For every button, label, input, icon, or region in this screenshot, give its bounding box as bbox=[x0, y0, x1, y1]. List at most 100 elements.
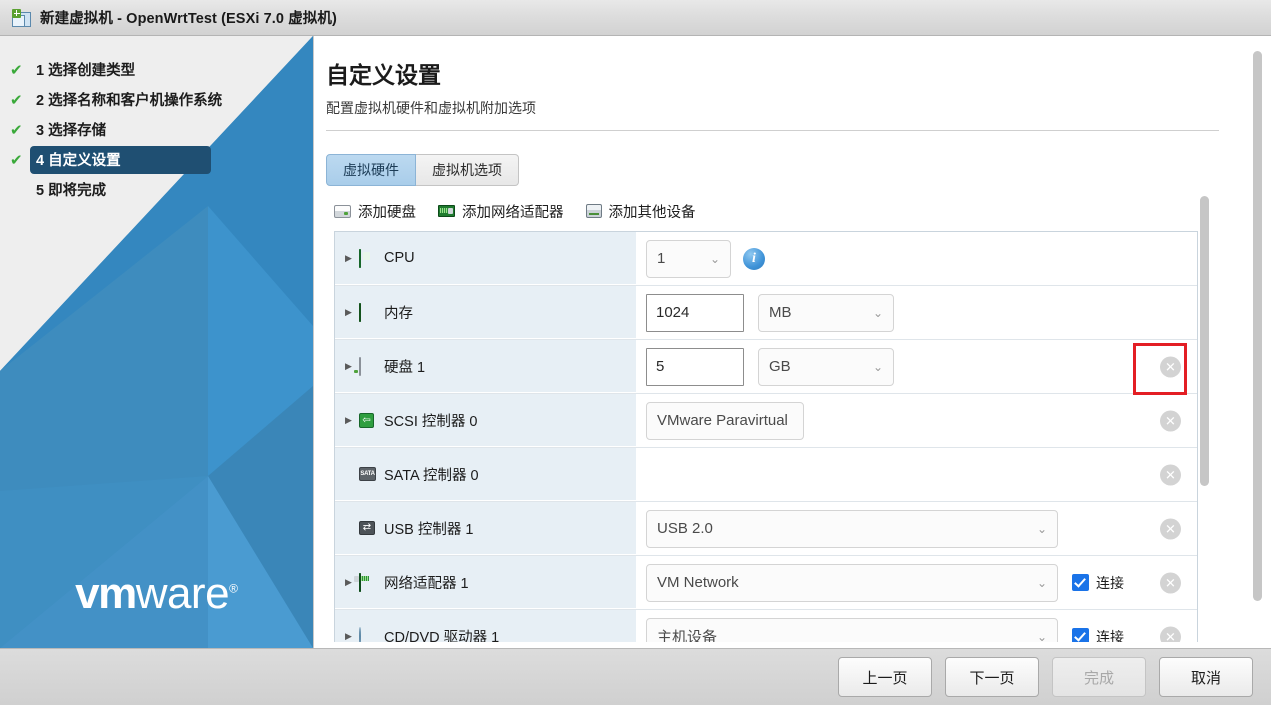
hard-disk-unit-select[interactable]: GB ⌄ bbox=[758, 347, 894, 386]
hard-disk-delete-button[interactable]: ✕ bbox=[1160, 356, 1181, 377]
wizard-step-2-label: 2 选择名称和客户机操作系统 bbox=[36, 93, 223, 109]
expand-twisty-icon[interactable]: ▶ bbox=[345, 631, 359, 641]
chevron-down-icon: ⌄ bbox=[872, 305, 883, 320]
new-vm-icon bbox=[12, 8, 32, 27]
wizard-step-4[interactable]: ✔ 4 自定义设置 bbox=[0, 146, 313, 174]
device-row-cd-dvd-drive-1: ▶ CD/DVD 驱动器 1 主机设备 ⌄ 连接 ✕ bbox=[335, 610, 1197, 642]
hard-disk-unit-value: GB bbox=[769, 358, 791, 375]
page-subtitle: 配置虚拟机硬件和虚拟机附加选项 bbox=[326, 100, 536, 116]
usb-controller-version-value: USB 2.0 bbox=[657, 520, 713, 537]
device-label-cell: ▶ 硬盘 1 bbox=[335, 340, 636, 393]
memory-size-input[interactable]: 1024 bbox=[646, 293, 744, 332]
add-other-device-button[interactable]: 添加其他设备 bbox=[585, 201, 696, 222]
cpu-icon bbox=[359, 249, 377, 268]
add-network-adapter-button[interactable]: 添加网络适配器 bbox=[438, 201, 564, 222]
wizard-step-3-label: 3 选择存储 bbox=[36, 123, 107, 139]
device-name-cpu: CPU bbox=[384, 250, 415, 266]
cd-dvd-source-value: 主机设备 bbox=[657, 629, 718, 642]
hard-disk-icon bbox=[359, 357, 377, 376]
settings-tabs: 虚拟硬件 虚拟机选项 bbox=[326, 154, 519, 186]
device-label-cell: ▶ SATA SATA 控制器 0 bbox=[335, 448, 636, 501]
page-title: 自定义设置 bbox=[326, 62, 441, 88]
add-hard-disk-label: 添加硬盘 bbox=[358, 204, 416, 221]
page-scrollbar[interactable] bbox=[1253, 51, 1262, 601]
network-adapter-connect-checkbox[interactable]: 连接 bbox=[1072, 573, 1124, 593]
header-divider bbox=[326, 130, 1219, 131]
device-row-sata-controller-0: ▶ SATA SATA 控制器 0 ✕ bbox=[335, 448, 1197, 502]
hard-disk-size-input[interactable]: 5 bbox=[646, 347, 744, 386]
usb-controller-icon: ⇄ bbox=[359, 520, 377, 536]
wizard-step-2[interactable]: ✔ 2 选择名称和客户机操作系统 bbox=[0, 86, 313, 114]
wizard-step-5-label: 5 即将完成 bbox=[36, 183, 107, 199]
cpu-count-select[interactable]: 1 ⌄ bbox=[646, 239, 731, 278]
twisty-placeholder: ▶ bbox=[345, 470, 359, 479]
cd-dvd-source-select[interactable]: 主机设备 ⌄ bbox=[646, 617, 1058, 643]
device-label-cell: ▶ 网络适配器 1 bbox=[335, 556, 636, 609]
step-complete-check-icon: ✔ bbox=[10, 61, 23, 79]
device-row-memory: ▶ 内存 1024 MB ⌄ bbox=[335, 286, 1197, 340]
finish-button: 完成 bbox=[1052, 657, 1146, 697]
memory-unit-value: MB bbox=[769, 304, 792, 321]
network-adapter-delete-button[interactable]: ✕ bbox=[1160, 572, 1181, 593]
expand-twisty-icon[interactable]: ▶ bbox=[345, 415, 359, 425]
memory-icon bbox=[359, 303, 377, 322]
step-complete-check-icon: ✔ bbox=[10, 121, 23, 139]
usb-controller-version-select[interactable]: USB 2.0 ⌄ bbox=[646, 509, 1058, 548]
add-disk-icon bbox=[334, 204, 351, 218]
chevron-down-icon: ⌄ bbox=[1036, 575, 1047, 590]
tab-virtual-hardware[interactable]: 虚拟硬件 bbox=[326, 154, 416, 186]
tab-vm-options[interactable]: 虚拟机选项 bbox=[416, 154, 519, 186]
scsi-controller-delete-button[interactable]: ✕ bbox=[1160, 410, 1181, 431]
device-value-cell: VMware Paravirtual ✕ bbox=[636, 394, 1197, 447]
device-label-cell: ▶ CPU bbox=[335, 232, 636, 285]
dialog-footer: 上一页 下一页 完成 取消 bbox=[0, 648, 1271, 705]
chevron-down-icon: ⌄ bbox=[1036, 521, 1047, 536]
wizard-step-5[interactable]: 5 即将完成 bbox=[0, 176, 313, 204]
scsi-controller-type-select[interactable]: VMware Paravirtual bbox=[646, 401, 804, 440]
expand-twisty-icon[interactable]: ▶ bbox=[345, 307, 359, 317]
cpu-info-icon[interactable]: i bbox=[743, 247, 765, 270]
device-value-cell: 1 ⌄ i bbox=[636, 232, 1197, 285]
expand-twisty-icon[interactable]: ▶ bbox=[345, 253, 359, 263]
device-name-usb-controller-1: USB 控制器 1 bbox=[384, 521, 474, 538]
cd-dvd-delete-button[interactable]: ✕ bbox=[1160, 626, 1181, 642]
device-row-scsi-controller-0: ▶ ⇦ SCSI 控制器 0 VMware Paravirtual ✕ bbox=[335, 394, 1197, 448]
cd-dvd-connect-checkbox[interactable]: 连接 bbox=[1072, 627, 1124, 642]
sata-controller-delete-button[interactable]: ✕ bbox=[1160, 464, 1181, 485]
device-name-sata-controller-0: SATA 控制器 0 bbox=[384, 467, 479, 484]
network-adapter-network-value: VM Network bbox=[657, 574, 739, 591]
wizard-step-4-label: 4 自定义设置 bbox=[30, 146, 211, 174]
vmware-logo-vm: vm bbox=[75, 569, 137, 618]
device-row-hard-disk-1: ▶ 硬盘 1 5 GB ⌄ ✕ bbox=[335, 340, 1197, 394]
next-button[interactable]: 下一页 bbox=[945, 657, 1039, 697]
add-other-device-icon bbox=[585, 204, 602, 218]
wizard-step-3[interactable]: ✔ 3 选择存储 bbox=[0, 116, 313, 144]
device-list-scrollbar[interactable] bbox=[1200, 196, 1209, 486]
step-complete-check-icon: ✔ bbox=[10, 151, 23, 169]
usb-controller-delete-button[interactable]: ✕ bbox=[1160, 518, 1181, 539]
wizard-step-1[interactable]: ✔ 1 选择创建类型 bbox=[0, 56, 313, 84]
chevron-down-icon: ⌄ bbox=[872, 359, 883, 374]
vmware-logo-ware: ware bbox=[135, 569, 230, 618]
add-network-adapter-label: 添加网络适配器 bbox=[462, 204, 564, 221]
device-label-cell: ▶ ⇄ USB 控制器 1 bbox=[335, 502, 636, 555]
device-value-cell: VM Network ⌄ 连接 ✕ bbox=[636, 556, 1197, 609]
device-value-cell: 5 GB ⌄ ✕ bbox=[636, 340, 1197, 393]
new-vm-wizard-dialog: 新建虚拟机 - OpenWrtTest (ESXi 7.0 虚拟机) ✔ 1 选… bbox=[0, 0, 1271, 705]
network-adapter-network-select[interactable]: VM Network ⌄ bbox=[646, 563, 1058, 602]
wizard-step-1-label: 1 选择创建类型 bbox=[36, 63, 136, 79]
device-label-cell: ▶ 内存 bbox=[335, 286, 636, 339]
cd-dvd-icon bbox=[359, 627, 377, 642]
device-name-network-adapter-1: 网络适配器 1 bbox=[384, 575, 469, 592]
add-hard-disk-button[interactable]: 添加硬盘 bbox=[334, 201, 416, 222]
device-name-scsi-controller-0: SCSI 控制器 0 bbox=[384, 413, 478, 430]
back-button[interactable]: 上一页 bbox=[838, 657, 932, 697]
checkbox-checked-icon bbox=[1072, 628, 1089, 642]
chevron-down-icon: ⌄ bbox=[1036, 629, 1047, 643]
vmware-logo-registered: ® bbox=[229, 581, 238, 596]
memory-unit-select[interactable]: MB ⌄ bbox=[758, 293, 894, 332]
window-title: 新建虚拟机 - OpenWrtTest (ESXi 7.0 虚拟机) bbox=[40, 11, 337, 27]
device-value-cell: USB 2.0 ⌄ ✕ bbox=[636, 502, 1197, 555]
cancel-button[interactable]: 取消 bbox=[1159, 657, 1253, 697]
device-label-cell: ▶ CD/DVD 驱动器 1 bbox=[335, 610, 636, 642]
